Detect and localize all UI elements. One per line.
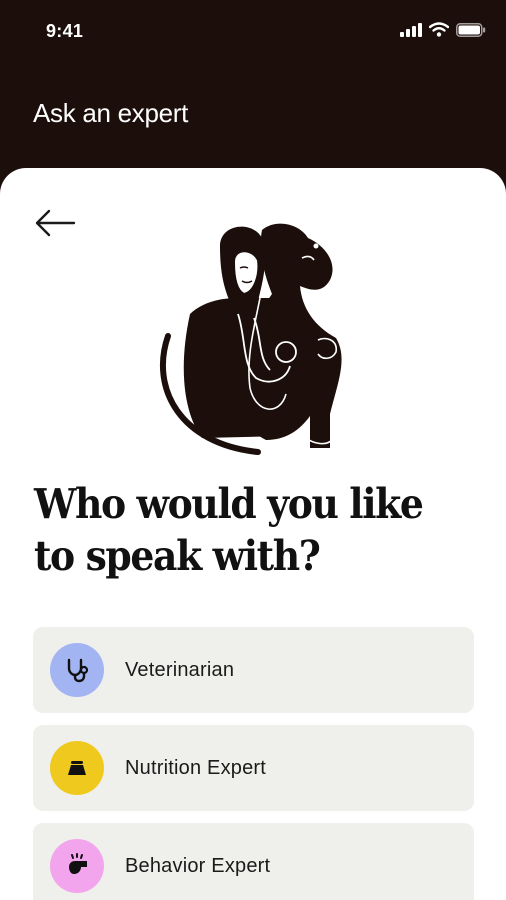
whistle-icon [50,839,104,893]
option-veterinarian[interactable]: Veterinarian [33,627,474,713]
status-icons [400,22,486,37]
cellular-signal-icon [400,22,422,37]
option-label: Veterinarian [125,659,235,681]
food-bowl-icon [50,741,104,795]
battery-icon [456,22,486,37]
back-arrow-icon[interactable] [34,206,78,240]
wifi-icon [429,22,449,37]
status-bar: 9:41 [0,0,506,64]
option-behavior-expert[interactable]: Behavior Expert [33,823,474,900]
vet-with-dog-illustration [159,223,342,455]
page-title: Ask an expert [33,98,189,128]
question-heading: Who would you like to speak with? [34,480,424,580]
option-label: Nutrition Expert [125,757,267,779]
option-nutrition-expert[interactable]: Nutrition Expert [33,725,474,811]
expert-options-list: Veterinarian Nutrition Expert Behavior E… [33,627,474,900]
status-time: 9:41 [46,21,84,41]
option-label: Behavior Expert [125,855,271,877]
stethoscope-icon [50,643,104,697]
app-screen: 9:41 Ask an expert Who would you like to… [0,0,506,900]
content-sheet: Who would you like to speak with? Veteri… [0,168,506,900]
